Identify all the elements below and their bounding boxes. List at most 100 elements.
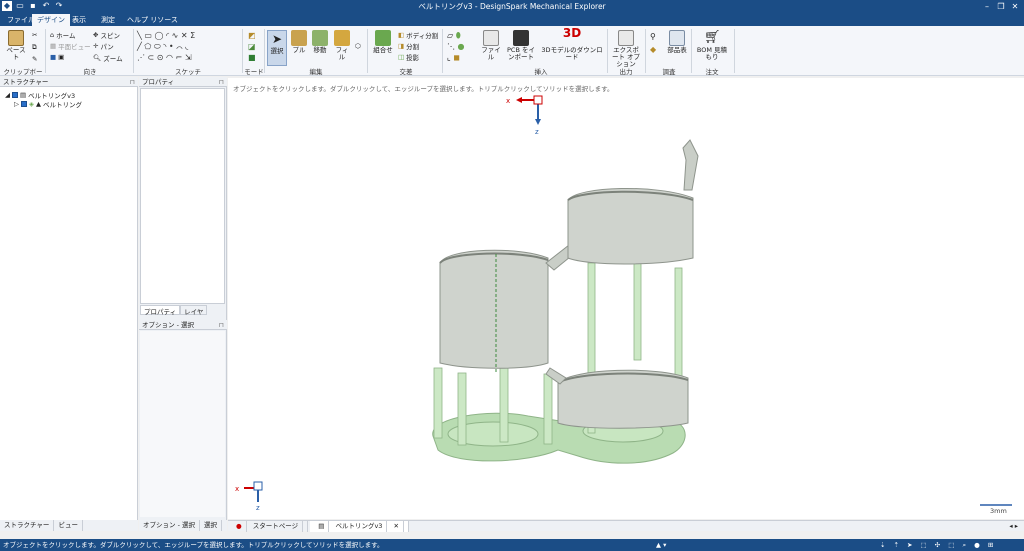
3d-viewport[interactable]: オブジェクトをクリックします。ダブルクリックして、エッジループを選択します。トリ… <box>228 78 1024 519</box>
left-panel-tabs: ストラクチャー ビュー <box>0 520 138 531</box>
project-icon[interactable]: ⇲ <box>185 53 192 62</box>
tab-structure[interactable]: ストラクチャー <box>0 520 55 531</box>
plane-icon[interactable]: ▱ <box>447 31 453 40</box>
export-options-button[interactable]: エクスポート オプション <box>610 30 642 68</box>
tree-item-component[interactable]: ▷ ◈ ▲ ベルトリング <box>14 99 82 109</box>
pcb-import-button[interactable]: PCB をインポート <box>506 30 536 61</box>
belt-ring-model[interactable] <box>432 139 699 464</box>
spin-icon: ✥ <box>93 31 99 39</box>
tab-scroll-icon[interactable]: ◂ ▸ <box>1005 521 1022 532</box>
rectangle-icon[interactable]: ▭ <box>144 31 152 40</box>
fill-icon <box>334 30 350 46</box>
copy-icon[interactable]: ⧉ <box>32 43 37 52</box>
collapse-icon[interactable]: ▷ <box>14 100 19 108</box>
origin-icon[interactable]: ⌞ <box>447 53 451 62</box>
tab-options-select[interactable]: オプション - 選択 <box>139 520 200 531</box>
line-icon[interactable]: ╲ <box>137 31 142 40</box>
close-icon[interactable]: ✕ <box>1008 0 1022 13</box>
view-cube-button[interactable]: ■ ▣ <box>50 53 64 61</box>
pin-icon[interactable]: ⊓ <box>130 77 135 87</box>
tab-help-resources[interactable]: ヘルプ リソース <box>122 14 183 26</box>
pan-icon: ✛ <box>93 42 99 50</box>
primitive-tools: ▱ ⬮ ⋱ ● ⌞ ◼ <box>447 30 465 63</box>
download-3d-button[interactable]: 3D 3Dモデルのダウンロード <box>540 27 604 61</box>
status-up-icon[interactable]: ▲ ▾ <box>656 539 666 551</box>
cylinder-icon[interactable]: ⬮ <box>456 31 461 40</box>
tab-layers[interactable]: レイヤ <box>180 305 208 316</box>
insert-file-button[interactable]: ファイル <box>480 30 502 61</box>
slot-icon[interactable]: ⊂ <box>148 53 155 62</box>
start-page-icon: ● <box>232 521 247 532</box>
sweep-arc-icon[interactable]: ◝ <box>163 42 166 51</box>
project-button[interactable]: ◫ 投影 <box>398 52 419 62</box>
inspect-group-label: 調査 <box>662 68 676 76</box>
property-icon[interactable]: ◆ <box>650 45 656 54</box>
arc-icon[interactable]: ◜ <box>166 31 169 40</box>
pull-button[interactable]: プル <box>290 30 308 54</box>
mode-tools: ◩ ◪ ■ <box>248 30 256 63</box>
circle-icon[interactable]: ◯ <box>154 31 163 40</box>
tab-view[interactable]: 表示 <box>67 14 91 26</box>
edit-extra-icon[interactable]: ⬡ <box>355 42 361 50</box>
cart-icon: 🛒︎ <box>704 30 721 45</box>
ellipse-icon[interactable]: ⬭ <box>154 42 161 51</box>
measure-icon[interactable]: ⚲ <box>650 32 656 41</box>
sketch-group-label: スケッチ <box>175 68 201 76</box>
axis-icon[interactable]: ⋱ <box>447 42 455 51</box>
tab-document[interactable]: ▤ ベルトリングv3 ✕ <box>310 521 409 532</box>
cut-icon[interactable]: ✂ <box>32 31 37 39</box>
tab-design[interactable]: デザイン <box>32 14 70 26</box>
spline-icon[interactable]: ∿ <box>172 31 179 40</box>
close-tab-icon[interactable]: ✕ <box>390 521 404 532</box>
3d-mode-icon[interactable]: ■ <box>248 53 256 62</box>
component-icon: ◈ <box>29 100 34 108</box>
construction-line-icon[interactable]: ⋰ <box>137 53 145 62</box>
tab-view-panel[interactable]: ビュー <box>54 520 83 531</box>
tab-start-page[interactable]: ● スタートページ <box>228 521 309 532</box>
options-content <box>140 331 225 517</box>
restore-icon[interactable]: ❐ <box>994 0 1008 13</box>
pull-icon <box>291 30 307 46</box>
tab-select[interactable]: 選択 <box>200 520 222 531</box>
fillet-icon[interactable]: ◟ <box>185 42 188 51</box>
minimize-icon[interactable]: – <box>980 0 994 13</box>
plane-view-button[interactable]: ▦ 平面ビュー <box>50 41 91 51</box>
box-icon[interactable]: ◼ <box>453 53 460 62</box>
status-view-tools[interactable]: ⇣ ⇡ ➤ ⬚ ✣ ⬚ ⌕ ● ⊞ <box>880 539 996 551</box>
spin-button[interactable]: ✥ スピン <box>93 30 120 40</box>
3point-circle-icon[interactable]: ⊙ <box>157 53 164 62</box>
trim-icon[interactable]: ✕ <box>181 31 188 40</box>
bend-icon[interactable]: ⌐ <box>176 53 183 62</box>
expand-icon[interactable]: ◢ <box>5 91 10 99</box>
zoom-button[interactable]: 🔍︎ ズーム <box>93 53 123 63</box>
move-icon <box>312 30 328 46</box>
visibility-checkbox[interactable] <box>21 101 27 107</box>
sphere-icon[interactable]: ● <box>458 42 465 51</box>
combine-button[interactable]: 組合せ <box>372 30 394 54</box>
format-icon[interactable]: ✎ <box>32 55 37 63</box>
tangent-line-icon[interactable]: ╱ <box>137 42 142 51</box>
3point-arc-icon[interactable]: ◠ <box>166 53 173 62</box>
sketch-mode-icon[interactable]: ◩ <box>248 31 256 40</box>
polygon-icon[interactable]: ⬠ <box>144 42 151 51</box>
split-body-button[interactable]: ◧ ボディ分割 <box>398 30 438 40</box>
tab-properties[interactable]: プロパティ <box>140 305 181 316</box>
point-icon[interactable]: • <box>169 42 174 51</box>
pin-icon[interactable]: ⊓ <box>219 320 224 330</box>
bom-quote-button[interactable]: 🛒︎ BOM 見積もり <box>694 30 730 61</box>
split-button[interactable]: ◨ 分割 <box>398 41 419 51</box>
parts-list-button[interactable]: 部品表 <box>666 30 688 54</box>
home-button[interactable]: ⌂ ホーム <box>50 30 75 40</box>
move-button[interactable]: 移動 <box>311 30 329 54</box>
sum-icon[interactable]: Σ <box>190 31 195 40</box>
tab-measure[interactable]: 測定 <box>96 14 120 26</box>
model-canvas[interactable]: x z x z 3mm <box>228 78 1024 519</box>
paste-button[interactable]: ペースト <box>5 30 27 61</box>
visibility-checkbox[interactable] <box>12 92 18 98</box>
select-button[interactable]: ➤ 選択 <box>267 30 287 66</box>
offset-icon[interactable]: ⌒ <box>176 42 182 51</box>
section-mode-icon[interactable]: ◪ <box>248 42 256 51</box>
pin-icon[interactable]: ⊓ <box>219 77 224 87</box>
pan-button[interactable]: ✛ パン <box>93 41 114 51</box>
fill-button[interactable]: フィル <box>333 30 351 61</box>
